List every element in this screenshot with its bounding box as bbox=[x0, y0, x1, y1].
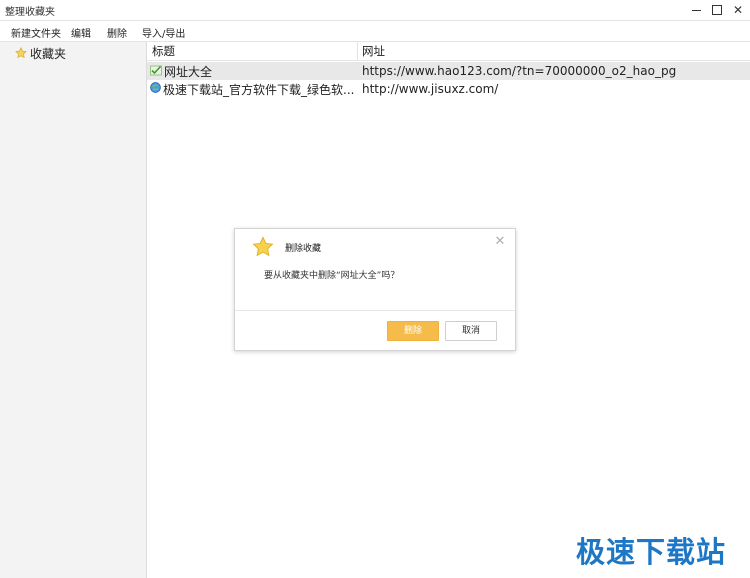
title-bar: 整理收藏夹 ✕ bbox=[0, 0, 750, 21]
list-header: 标题 网址 bbox=[147, 42, 750, 61]
dialog-close-button[interactable]: ✕ bbox=[494, 235, 506, 248]
delete-confirm-dialog: ✕ 删除收藏 要从收藏夹中删除“网址大全”吗？ 删除 取消 bbox=[234, 228, 516, 351]
close-button[interactable]: ✕ bbox=[727, 1, 749, 19]
folder-tree: 收藏夹 bbox=[0, 42, 147, 578]
window-title: 整理收藏夹 bbox=[5, 7, 55, 18]
star-icon bbox=[252, 236, 274, 262]
check-icon bbox=[150, 64, 162, 79]
table-row[interactable]: 极速下载站_官方软件下载_绿色软... http://www.jisuxz.co… bbox=[147, 80, 750, 98]
bookmark-url: https://www.hao123.com/?tn=70000000_o2_h… bbox=[362, 64, 677, 78]
table-row[interactable]: 网址大全 https://www.hao123.com/?tn=70000000… bbox=[147, 62, 750, 80]
site-watermark: 极速下载站 bbox=[576, 535, 727, 569]
title-cell: 网址大全 bbox=[150, 62, 212, 80]
maximize-button[interactable] bbox=[706, 1, 728, 19]
column-divider[interactable] bbox=[357, 42, 358, 60]
menu-bar: 新建文件夹 编辑 删除 导入/导出 bbox=[0, 21, 750, 42]
minimize-button[interactable] bbox=[685, 1, 707, 19]
menu-new-folder[interactable]: 新建文件夹 bbox=[11, 25, 61, 40]
title-cell: 极速下载站_官方软件下载_绿色软... bbox=[150, 80, 354, 98]
dialog-title: 删除收藏 bbox=[285, 244, 322, 254]
star-icon bbox=[15, 44, 27, 63]
bookmark-url: http://www.jisuxz.com/ bbox=[362, 82, 499, 96]
column-header-url[interactable]: 网址 bbox=[362, 42, 750, 60]
bookmark-title: 网址大全 bbox=[164, 64, 213, 79]
dialog-divider bbox=[235, 310, 515, 311]
menu-import-export[interactable]: 导入/导出 bbox=[142, 25, 185, 40]
column-header-title[interactable]: 标题 bbox=[152, 42, 357, 60]
tree-item-favorites[interactable]: 收藏夹 bbox=[15, 44, 66, 62]
confirm-delete-button[interactable]: 删除 bbox=[387, 321, 439, 341]
menu-delete[interactable]: 删除 bbox=[107, 25, 127, 40]
cancel-button[interactable]: 取消 bbox=[445, 321, 497, 341]
dialog-message: 要从收藏夹中删除“网址大全”吗？ bbox=[264, 271, 400, 281]
bookmark-title: 极速下载站_官方软件下载_绿色软... bbox=[163, 82, 355, 97]
globe-icon bbox=[150, 82, 161, 96]
menu-edit[interactable]: 编辑 bbox=[71, 25, 91, 40]
tree-item-label: 收藏夹 bbox=[30, 46, 67, 61]
